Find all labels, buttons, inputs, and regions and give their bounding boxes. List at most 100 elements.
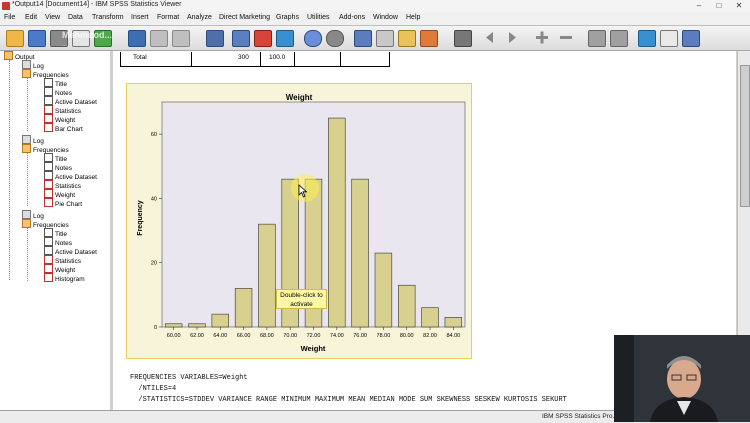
histogram-bar (234, 288, 253, 328)
recall-dialog-icon[interactable] (128, 30, 146, 47)
save-icon[interactable] (28, 30, 46, 47)
frequency-table-total-row: Total 300 100.0 (120, 52, 390, 67)
collapse-icon[interactable] (376, 30, 394, 47)
maximize-button[interactable]: □ (710, 0, 728, 11)
undo-icon[interactable] (150, 30, 168, 47)
table-icon (44, 114, 53, 123)
table-icon (44, 180, 53, 189)
app-icon (2, 2, 10, 10)
insert-text-icon[interactable] (638, 30, 656, 47)
histogram-bar (188, 323, 206, 328)
y-tick-label: 0 (154, 325, 157, 331)
syntax-line: /STATISTICS=STDDEV VARIANCE RANGE MINIMU… (130, 396, 567, 404)
goto-variable-icon[interactable] (254, 30, 272, 47)
table-icon (44, 189, 53, 198)
menu-transform[interactable]: Transform (92, 14, 124, 21)
log-icon (22, 210, 31, 219)
tree-item-bar-chart[interactable]: Bar Chart (44, 123, 83, 134)
menu-window[interactable]: Window (373, 14, 398, 21)
menu-format[interactable]: Format (157, 14, 179, 21)
x-tick-label: 60.00 (167, 333, 181, 339)
histogram-bar (351, 178, 369, 328)
goto-data-icon[interactable] (206, 30, 224, 47)
menu-insert[interactable]: Insert (131, 14, 149, 21)
status-text: IBM SPSS Statistics Pro... (542, 413, 618, 420)
x-tick-label: 70.00 (283, 333, 297, 339)
histogram-bar (398, 284, 416, 328)
minimize-button[interactable]: – (690, 0, 708, 11)
expand-plus-icon[interactable] (534, 30, 550, 45)
hide-icon[interactable] (454, 30, 472, 47)
dataset-icon (44, 246, 53, 255)
histogram-bar (211, 313, 229, 328)
text-icon (44, 153, 53, 162)
open-icon[interactable] (6, 30, 24, 47)
menu-file[interactable]: File (4, 14, 15, 21)
watermark-logo: Mahmood... (62, 30, 112, 40)
book-icon (4, 51, 13, 60)
text-icon (44, 78, 53, 87)
tree-item-pie-chart[interactable]: Pie Chart (44, 198, 82, 209)
total-count: 300 (238, 54, 249, 61)
scrollbar-thumb[interactable] (740, 65, 750, 207)
x-tick-label: 74.00 (330, 333, 344, 339)
demote-icon[interactable] (504, 30, 520, 45)
menu-utilities[interactable]: Utilities (307, 14, 330, 21)
menu-direct-marketing[interactable]: Direct Marketing (219, 14, 270, 21)
histogram-bar (374, 252, 393, 328)
activate-tooltip: Double-click to activate (276, 289, 327, 309)
collapse-minus-icon[interactable] (558, 30, 574, 45)
presenter-video (614, 335, 750, 422)
book-icon (22, 219, 31, 228)
menu-add-ons[interactable]: Add-ons (339, 14, 365, 21)
x-tick-label: 62.00 (190, 333, 204, 339)
y-tick-label: 20 (151, 261, 157, 267)
x-tick-label: 66.00 (237, 333, 251, 339)
expand-icon[interactable] (398, 30, 416, 47)
histogram-chart-object[interactable]: Weight Frequency Weight 0 20 40 60 60.00 62.0… (126, 83, 472, 359)
close-button[interactable]: ✕ (730, 0, 748, 11)
x-tick-label: 78.00 (377, 333, 391, 339)
variables-icon[interactable] (276, 30, 294, 47)
menu-analyze[interactable]: Analyze (187, 14, 212, 21)
menu-help[interactable]: Help (406, 14, 420, 21)
spelling-icon[interactable] (326, 30, 344, 47)
notes-icon (44, 87, 53, 96)
promote-icon[interactable] (482, 30, 498, 45)
table-icon (44, 264, 53, 273)
insert-heading-icon[interactable] (588, 30, 606, 47)
custom-dialog-icon[interactable] (682, 30, 700, 47)
designate-window-icon[interactable] (660, 30, 678, 47)
dataset-icon (44, 171, 53, 180)
tree-item-histogram[interactable]: Histogram (44, 273, 85, 284)
y-axis-label: Frequency (137, 200, 144, 236)
syntax-line: FREQUENCIES VARIABLES=Weight (130, 374, 248, 382)
insert-title-icon[interactable] (610, 30, 628, 47)
syntax-line: /NTILES=4 (130, 385, 177, 393)
menu-view[interactable]: View (45, 14, 60, 21)
table-icon (44, 255, 53, 264)
book-icon (22, 144, 31, 153)
show-all-icon[interactable] (354, 30, 372, 47)
notes-icon (44, 237, 53, 246)
menu-edit[interactable]: Edit (25, 14, 37, 21)
x-tick-label: 80.00 (400, 333, 414, 339)
histogram-bar (421, 307, 439, 328)
redo-icon[interactable] (172, 30, 190, 47)
toolbar (0, 26, 750, 51)
menu-data[interactable]: Data (68, 14, 83, 21)
find-icon[interactable] (304, 30, 322, 47)
histogram-svg: Weight Frequency Weight 0 20 40 60 60.00 62.0… (137, 93, 466, 353)
table-icon (44, 105, 53, 114)
menu-graphs[interactable]: Graphs (276, 14, 299, 21)
window-title: *Output14 [Document14] - IBM SPSS Statis… (12, 1, 182, 8)
log-icon (22, 60, 31, 69)
dataset-icon (44, 96, 53, 105)
chart-icon (44, 198, 53, 207)
histogram-bar (444, 317, 463, 328)
goto-case-icon[interactable] (232, 30, 250, 47)
x-tick-label: 64.00 (213, 333, 227, 339)
notes-icon (44, 162, 53, 171)
log-icon (22, 135, 31, 144)
show-icon[interactable] (420, 30, 438, 47)
